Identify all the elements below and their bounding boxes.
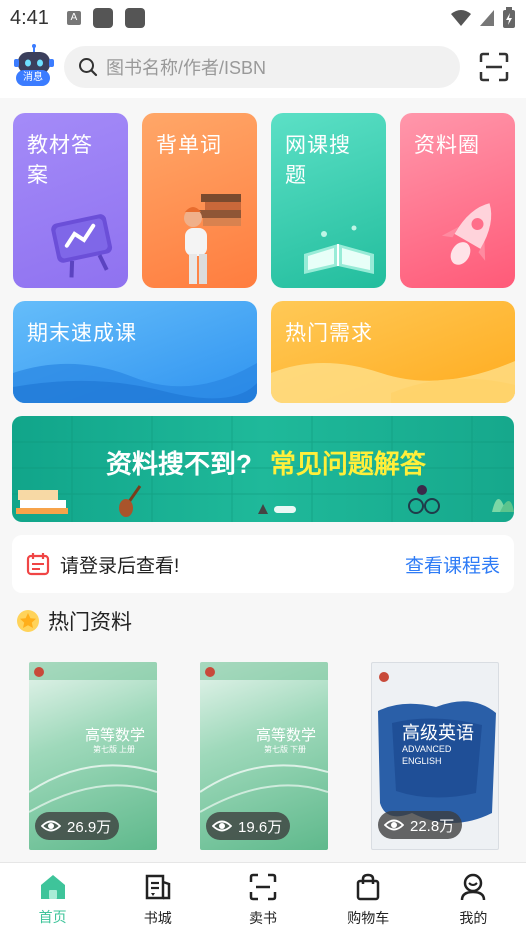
tile-vocabulary[interactable]: 背单词 bbox=[142, 113, 257, 288]
open-book-icon bbox=[304, 225, 374, 274]
rocket-icon bbox=[441, 203, 492, 265]
view-count: 19.6万 bbox=[238, 818, 283, 836]
nav-label: 卖书 bbox=[249, 909, 277, 926]
tile-label: 资料圈 bbox=[414, 134, 480, 157]
sell-scan-icon bbox=[249, 873, 277, 900]
nav-bookstore[interactable]: 书城 bbox=[105, 863, 210, 936]
book-cover-title: 高等数学 bbox=[85, 728, 146, 744]
tile-label: 热门需求 bbox=[285, 322, 373, 345]
nav-cart[interactable]: 购物车 bbox=[316, 863, 421, 936]
banner-text-white: 资料搜不到? bbox=[106, 449, 252, 479]
tile-label: 期末速成课 bbox=[27, 322, 137, 345]
status-time: 4:41 bbox=[10, 6, 49, 29]
tile-online-course-search[interactable]: 网课搜题 bbox=[271, 113, 386, 288]
tile-final-crash-course[interactable]: 期末速成课 bbox=[13, 301, 257, 403]
app-notification-icon-2 bbox=[124, 8, 145, 28]
scan-button[interactable] bbox=[474, 47, 514, 87]
tile-label: 教材答案 bbox=[27, 134, 93, 187]
wave-decoration bbox=[13, 363, 257, 403]
student-carrying-books-icon bbox=[184, 194, 241, 284]
book-card[interactable]: 高等数学 第七版 下册 19.6万 bbox=[200, 662, 328, 850]
banner-text-yellow: 常见问题解答 bbox=[269, 449, 426, 479]
view-schedule-link[interactable]: 查看课程表 bbox=[405, 551, 500, 578]
wifi-icon bbox=[451, 10, 471, 26]
message-badge: 消息 bbox=[16, 70, 50, 86]
book-cover-title: 高级英语 bbox=[402, 723, 474, 743]
login-prompt-text: 请登录后查看! bbox=[60, 555, 180, 577]
tile-label: 背单词 bbox=[156, 134, 222, 157]
search-input[interactable]: 图书名称/作者/ISBN bbox=[64, 46, 460, 88]
view-count: 26.9万 bbox=[67, 818, 112, 836]
tile-label: 网课搜题 bbox=[285, 134, 351, 187]
book-cover-subtitle: 第七版 下册 bbox=[264, 745, 306, 754]
hot-section-title: 热门资料 bbox=[16, 606, 132, 636]
view-count: 22.8万 bbox=[410, 817, 455, 835]
top-header: 消息 图书名称/作者/ISBN bbox=[0, 36, 526, 98]
signal-icon bbox=[480, 10, 494, 26]
book-cover-subtitle: 第七版 上册 bbox=[93, 745, 135, 754]
eye-icon bbox=[384, 819, 404, 831]
search-placeholder: 图书名称/作者/ISBN bbox=[106, 58, 267, 78]
view-count-badge: 22.8万 bbox=[378, 811, 463, 839]
tile-resource-circle[interactable]: 资料圈 bbox=[400, 113, 515, 288]
view-count-badge: 19.6万 bbox=[206, 812, 291, 840]
play-triangle-icon bbox=[258, 504, 268, 514]
bottom-navigation: 首页 书城 卖书 购物车 我的 bbox=[0, 862, 526, 936]
book-card[interactable]: 高级英语 ADVANCED ENGLISH 22.8万 bbox=[371, 662, 499, 850]
message-button[interactable]: 消息 bbox=[12, 44, 56, 90]
nav-sell-books[interactable]: 卖书 bbox=[210, 863, 315, 936]
faq-banner[interactable]: 资料搜不到? 常见问题解答 bbox=[12, 416, 514, 522]
scan-icon bbox=[479, 52, 509, 82]
bookstore-icon bbox=[145, 874, 171, 899]
star-badge-icon bbox=[17, 610, 39, 632]
app-notification-icon bbox=[92, 8, 113, 28]
banner-pagination bbox=[258, 504, 296, 514]
battery-charging-icon bbox=[503, 7, 515, 28]
nav-profile[interactable]: 我的 bbox=[421, 863, 526, 936]
nav-home[interactable]: 首页 bbox=[0, 863, 105, 936]
book-cover-subtitle: ADVANCED ENGLISH bbox=[402, 744, 452, 766]
chalkboard-icon bbox=[51, 214, 113, 278]
status-bar: 4:41 A bbox=[0, 0, 526, 36]
profile-icon bbox=[461, 873, 486, 900]
nav-label: 首页 bbox=[38, 908, 67, 925]
pagination-dot-active bbox=[274, 505, 296, 513]
eye-icon bbox=[41, 820, 61, 832]
book-cover-title: 高等数学 bbox=[256, 728, 317, 744]
book-card[interactable]: 高等数学 第七版 上册 26.9万 bbox=[29, 662, 157, 850]
tile-textbook-answers[interactable]: 教材答案 bbox=[13, 113, 128, 288]
tile-hot-demand[interactable]: 热门需求 bbox=[271, 301, 515, 403]
hot-section-label: 热门资料 bbox=[48, 611, 132, 634]
shopping-bag-icon bbox=[356, 873, 380, 900]
login-prompt-card: 请登录后查看! 查看课程表 bbox=[12, 535, 514, 593]
search-icon bbox=[79, 58, 98, 77]
font-notification-icon: A bbox=[66, 11, 81, 25]
eye-icon bbox=[212, 820, 232, 832]
nav-label: 书城 bbox=[143, 909, 172, 926]
calendar-icon bbox=[26, 553, 50, 576]
view-count-badge: 26.9万 bbox=[35, 812, 120, 840]
home-icon bbox=[40, 874, 65, 899]
nav-label: 我的 bbox=[459, 909, 488, 926]
nav-label: 购物车 bbox=[347, 909, 390, 926]
banner-headline: 资料搜不到? 常见问题解答 bbox=[106, 444, 426, 481]
